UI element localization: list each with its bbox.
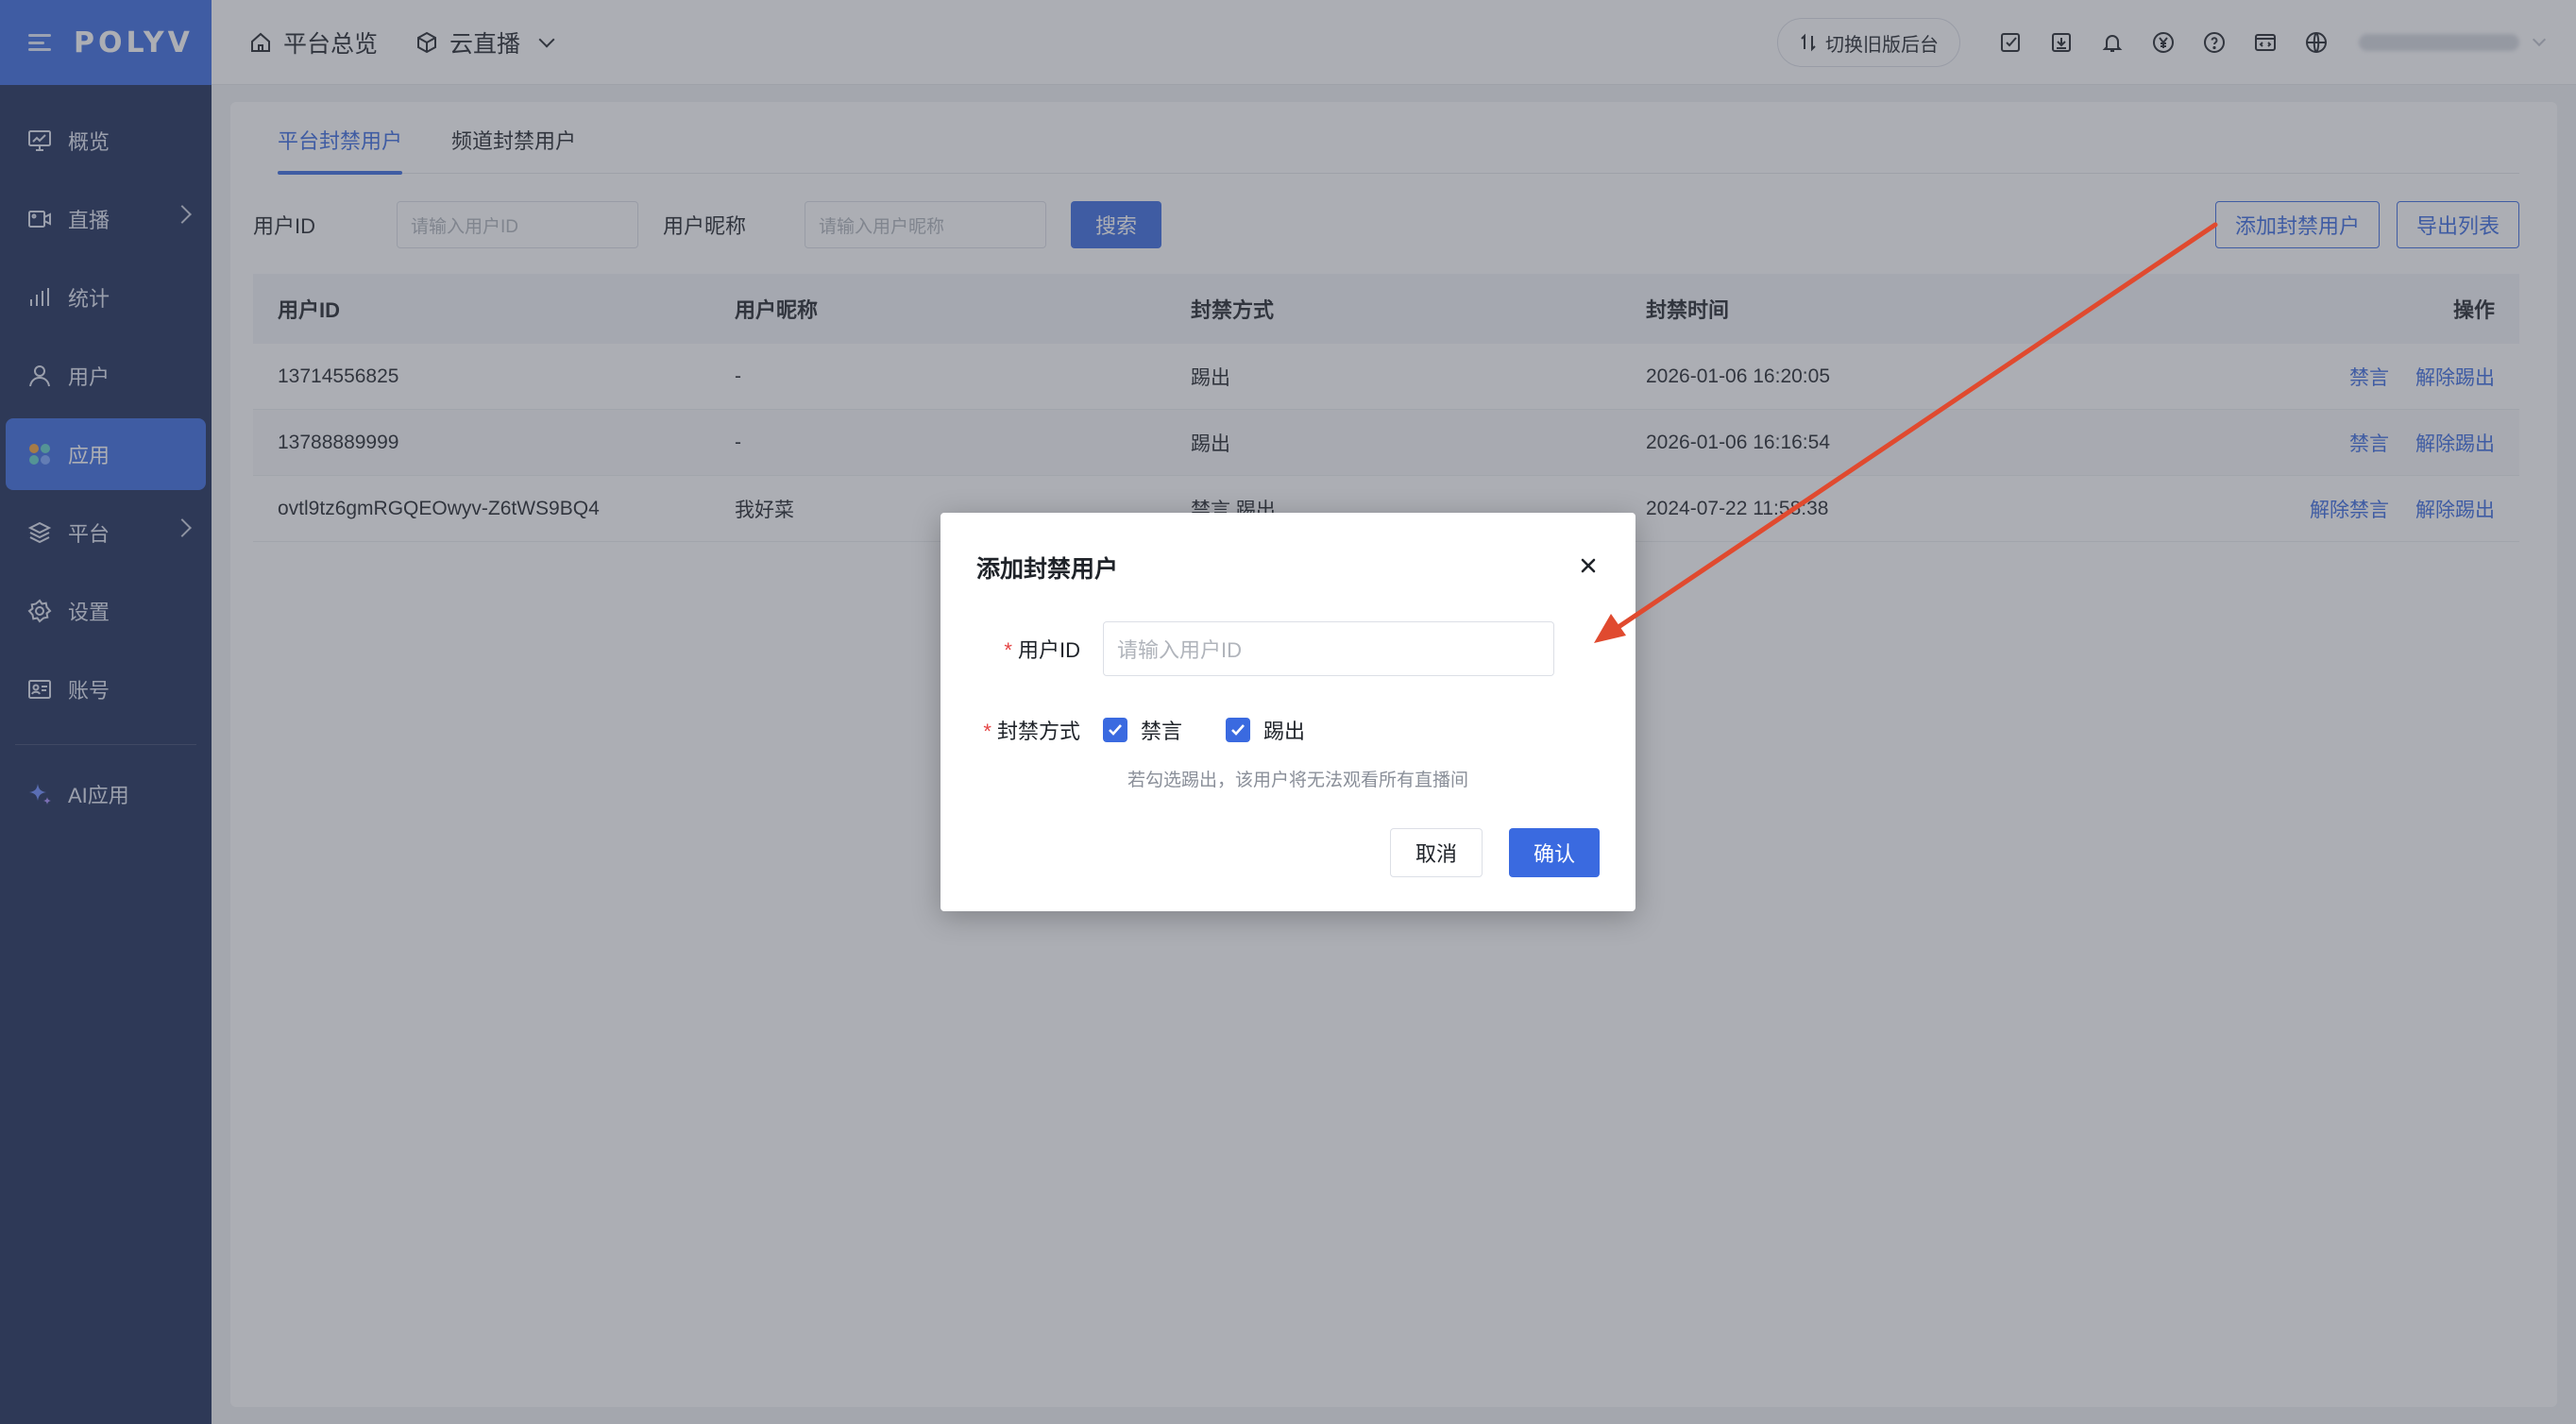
- required-mark: *: [1004, 638, 1012, 662]
- kick-hint-text: 若勾选踢出，该用户将无法观看所有直播间: [1127, 771, 1469, 790]
- add-banned-user-dialog: 添加封禁用户 * 用户ID 请输入用户ID * 封禁方式 禁言 踢出 若勾选踢出，该…: [941, 513, 1635, 911]
- kick-checkbox-label: 踢出: [1263, 720, 1306, 743]
- ban-method-label-text: 封禁方式: [996, 720, 1080, 743]
- confirm-button[interactable]: 确认: [1509, 828, 1600, 877]
- user-id-label-text: 用户ID: [1017, 638, 1080, 662]
- user-id-form-row: * 用户ID 请输入用户ID: [941, 621, 1554, 676]
- ban-method-form-label: * 封禁方式: [941, 715, 1103, 745]
- checkmark-icon: [1103, 718, 1127, 742]
- user-id-input-placeholder: 请输入用户ID: [1117, 638, 1243, 662]
- user-id-form-label: * 用户ID: [941, 634, 1103, 664]
- cancel-button[interactable]: 取消: [1390, 828, 1483, 877]
- mute-checkbox-label: 禁言: [1141, 720, 1183, 743]
- ban-method-form-row: * 封禁方式 禁言 踢出: [941, 715, 1348, 745]
- required-mark: *: [983, 720, 991, 743]
- mute-checkbox[interactable]: 禁言: [1103, 715, 1182, 745]
- dialog-title: 添加封禁用户: [976, 556, 1119, 583]
- checkmark-icon: [1226, 718, 1251, 742]
- user-id-input[interactable]: 请输入用户ID: [1103, 621, 1554, 676]
- kick-checkbox[interactable]: 踢出: [1226, 715, 1305, 745]
- close-icon[interactable]: [1577, 554, 1600, 577]
